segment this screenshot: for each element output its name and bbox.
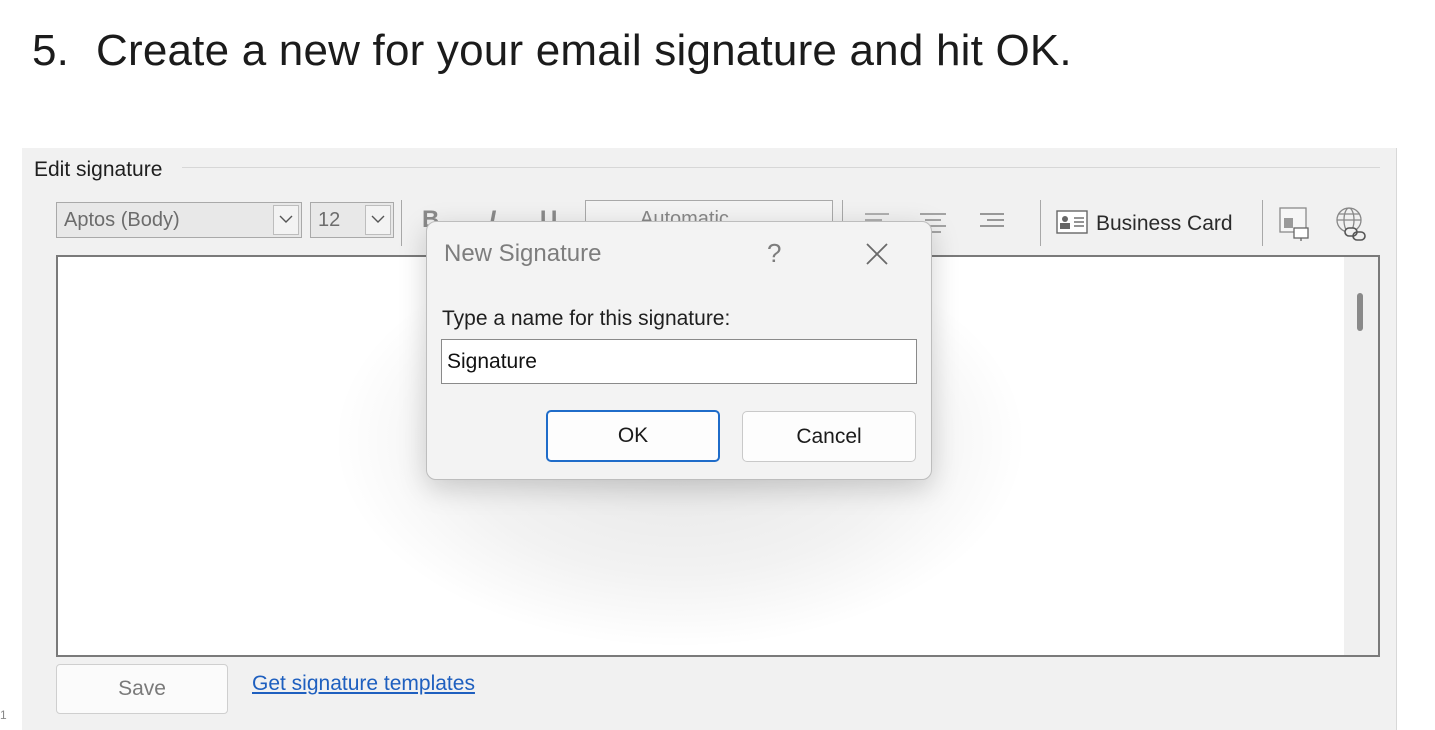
hyperlink-icon[interactable] [1333,206,1369,247]
help-button[interactable]: ? [767,238,781,269]
ok-button[interactable]: OK [546,410,720,462]
align-right-icon[interactable] [979,212,1005,239]
new-signature-dialog: New Signature ? Type a name for this sig… [426,221,932,480]
business-card-icon [1056,209,1088,239]
toolbar-separator [1040,200,1041,246]
chevron-down-icon[interactable] [365,205,391,235]
scrollbar-thumb[interactable] [1357,293,1363,331]
toolbar-separator [401,200,402,246]
save-button[interactable]: Save [56,664,228,714]
instruction-heading: 5. Create a new for your email signature … [32,26,1072,76]
font-size-combo[interactable]: 12 [310,202,394,238]
step-text: Create a new for your email signature an… [96,26,1072,75]
page-marker: 1 [0,708,7,722]
vertical-scrollbar[interactable] [1344,257,1378,655]
business-card-button[interactable]: Business Card [1056,209,1233,239]
cancel-button[interactable]: Cancel [742,411,916,462]
close-icon[interactable] [863,240,891,268]
name-prompt-label: Type a name for this signature: [442,307,731,330]
edit-signature-title: Edit signature [34,158,171,182]
font-name-value: Aptos (Body) [64,209,180,231]
insert-picture-icon[interactable] [1278,206,1312,247]
font-name-combo[interactable]: Aptos (Body) [56,202,302,238]
signature-name-input[interactable] [441,339,917,384]
chevron-down-icon[interactable] [273,205,299,235]
font-size-value: 12 [318,209,341,231]
toolbar-separator [1262,200,1263,246]
business-card-label: Business Card [1096,212,1233,235]
get-signature-templates-link[interactable]: Get signature templates [252,672,475,696]
dialog-title: New Signature [444,240,602,267]
step-number: 5. [32,26,70,75]
group-divider [182,167,1380,168]
